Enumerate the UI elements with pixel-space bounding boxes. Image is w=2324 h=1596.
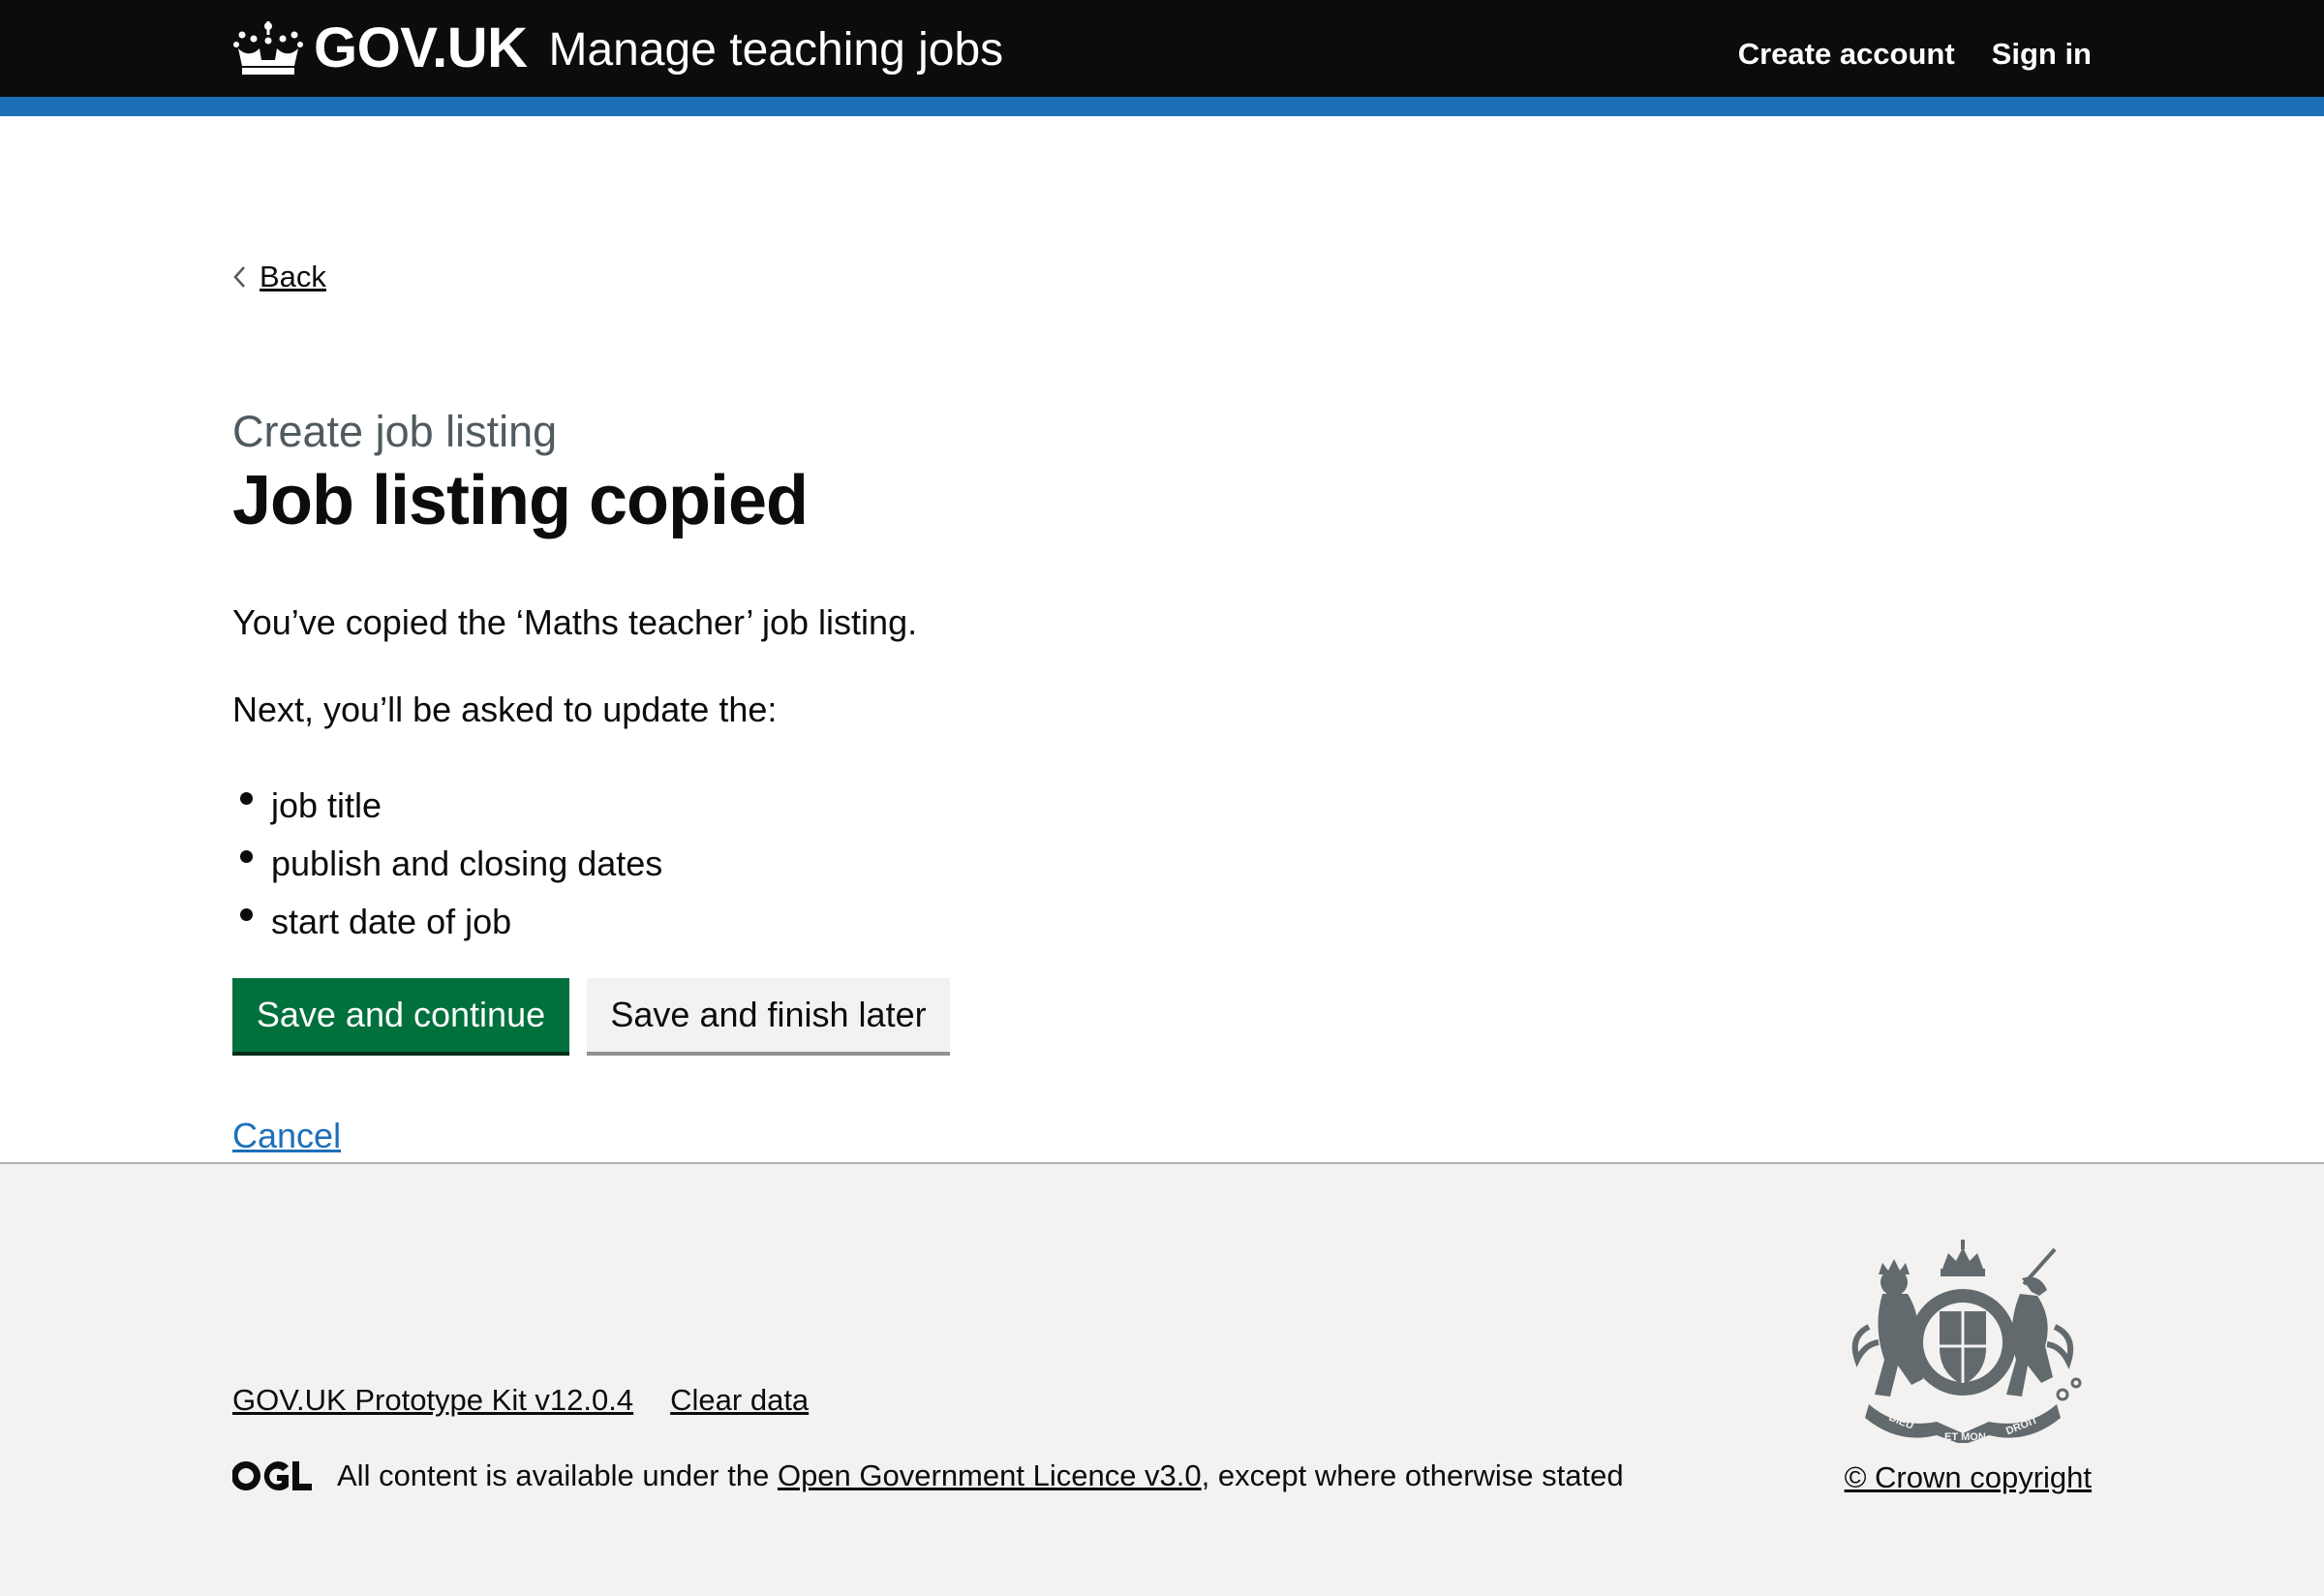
licence-statement: All content is available under the Open …: [232, 1458, 1624, 1493]
bullet-icon: [240, 907, 253, 921]
header-nav: Create account Sign in: [1738, 37, 2092, 72]
page-title: Job listing copied: [232, 462, 809, 539]
page-caption: Create job listing: [232, 407, 558, 456]
save-and-finish-later-button[interactable]: Save and finish later: [587, 978, 950, 1052]
back-link-label: Back: [260, 260, 326, 293]
next-text: Next, you’ll be asked to update the:: [232, 690, 778, 729]
site-footer: GOV.UK Prototype Kit v12.0.4 Clear data …: [0, 1162, 2324, 1596]
licence-suffix: , except where otherwise stated: [1201, 1458, 1624, 1492]
open-government-licence-link[interactable]: Open Government Licence v3.0: [778, 1458, 1202, 1493]
main-content: Back Create job listing Job listing copi…: [0, 116, 2324, 1162]
list-item: publish and closing dates: [232, 835, 662, 893]
cancel-link[interactable]: Cancel: [232, 1116, 341, 1156]
save-and-continue-button[interactable]: Save and continue: [232, 978, 569, 1052]
intro-text: You’ve copied the ‘Maths teacher’ job li…: [232, 602, 918, 642]
sign-in-link[interactable]: Sign in: [1992, 37, 2092, 72]
royal-coat-of-arms: DIEU ET MON DROIT: [1851, 1240, 2082, 1443]
bullet-icon: [240, 791, 253, 805]
list-item: job title: [232, 777, 662, 835]
update-list: job title publish and closing dates star…: [232, 777, 662, 951]
licence-prefix: All content is available under the: [337, 1458, 778, 1492]
create-account-link[interactable]: Create account: [1738, 37, 1955, 72]
clear-data-link[interactable]: Clear data: [670, 1383, 809, 1418]
crown-icon: [233, 20, 303, 75]
govuk-wordmark: GOV.UK: [314, 16, 528, 79]
crown-copyright-link[interactable]: © Crown copyright: [1845, 1460, 2092, 1495]
back-link[interactable]: Back: [232, 260, 326, 294]
govuk-logo-link[interactable]: GOV.UK Manage teaching jobs: [232, 15, 1003, 80]
site-header: GOV.UK Manage teaching jobs Create accou…: [0, 0, 2324, 116]
service-name: Manage teaching jobs: [548, 24, 1004, 76]
ogl-logo: [232, 1461, 312, 1490]
header-container: GOV.UK Manage teaching jobs Create accou…: [232, 0, 2092, 97]
chevron-left-icon: [233, 266, 245, 288]
crest-motto-mid: ET MON: [1944, 1431, 1986, 1443]
footer-links: GOV.UK Prototype Kit v12.0.4 Clear data: [232, 1383, 809, 1418]
bullet-icon: [240, 849, 253, 863]
list-item: start date of job: [232, 893, 662, 951]
prototype-kit-link[interactable]: GOV.UK Prototype Kit v12.0.4: [232, 1383, 633, 1418]
